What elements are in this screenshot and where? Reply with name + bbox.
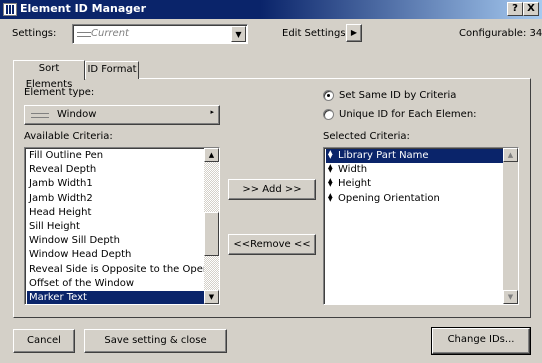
save-close-button[interactable]: Save setting & close [84,329,227,353]
selected-scrollbar[interactable]: ▲ ▼ [503,148,518,304]
scroll-up-icon[interactable]: ▲ [204,148,219,162]
available-criteria-list[interactable]: Fill Outline Pen Reveal Depth Jamb Width1 J… [24,147,220,305]
settings-dropdown[interactable]: Current ▼ [72,24,248,44]
scroll-up-icon[interactable]: ▲ [503,148,518,162]
list-item-label: Sill Height [29,220,80,232]
list-item[interactable]: ▲ ▼ Library Part Name [326,149,503,164]
tab-id-format[interactable]: ID Format [85,61,139,79]
sort-arrows-icon[interactable]: ▲ ▼ [328,192,334,202]
chevron-right-icon: ▸ [210,108,214,116]
list-item-label: Window Sill Depth [29,235,120,247]
sort-arrows-icon[interactable]: ▲ ▼ [328,164,334,174]
list-item-label: Fill Outline Pen [29,150,104,161]
available-scrollbar[interactable]: ▲ ▼ [204,148,219,304]
sort-arrows-icon[interactable]: ▲ ▼ [328,150,334,160]
scroll-down-icon[interactable]: ▼ [503,290,518,304]
app-icon [3,3,17,16]
list-item[interactable]: Reveal Depth [27,163,204,177]
same-id-label: Set Same ID by Criteria [339,90,457,101]
list-item-label: Reveal Depth [29,164,97,176]
edit-settings-button[interactable]: ▶ [346,24,362,42]
list-item[interactable]: Window Head Depth [27,248,204,262]
scroll-down-icon[interactable]: ▼ [204,290,219,304]
settings-value: Current [91,28,129,39]
list-item[interactable]: Offset of the Window [27,277,204,291]
remove-button[interactable]: <<Remove << [228,234,316,255]
list-item[interactable]: ▲ ▼ Width [326,163,503,177]
chevron-down-icon: ▼ [231,26,246,42]
list-item-label: Reveal Side is Opposite to the Openin... [29,263,204,275]
settings-label: Settings: [12,28,57,39]
list-item[interactable]: Jamb Width1 [27,177,204,191]
unique-id-label: Unique ID for Each Elemen: [339,109,477,120]
list-item-label: Offset of the Window [29,277,135,289]
cancel-button[interactable]: Cancel [13,329,75,353]
selected-criteria-label: Selected Criteria: [323,131,410,142]
list-item[interactable]: Marker Text [27,290,204,304]
tab-sort-elements[interactable]: Sort Elements [13,60,85,90]
list-item-label: Jamb Width2 [29,192,93,204]
list-item[interactable]: Fill Outline Pen [27,149,204,163]
scroll-thumb[interactable] [204,212,219,256]
window-title: Element ID Manager [20,2,147,15]
list-item-label: Width [338,164,368,176]
list-item-label: Head Height [29,206,92,218]
help-button[interactable]: ? [507,2,523,16]
list-item-label: Jamb Width1 [29,178,93,190]
arrow-right-icon: ▶ [350,28,358,37]
close-button[interactable]: X [523,2,539,16]
element-type-value: Window [57,109,97,120]
list-item-label: Library Part Name [338,150,429,161]
list-item[interactable]: Reveal Side is Opposite to the Openin... [27,263,204,277]
list-item-label: Height [338,178,372,190]
list-item-label: Marker Text [29,291,87,303]
list-item[interactable]: ▲ ▼ Opening Orientation [326,192,503,206]
unique-id-radio[interactable] [323,109,334,120]
change-ids-button[interactable]: Change IDs... [431,327,531,355]
list-item[interactable]: ▲ ▼ Height [326,177,503,191]
element-type-dropdown[interactable]: Window ▸ [24,105,220,125]
edit-settings-label: Edit Settings: [282,28,349,39]
title-bar[interactable]: Element ID Manager ? X [0,0,542,19]
sort-arrows-icon[interactable]: ▲ ▼ [328,178,334,188]
configurable-count: Configurable: 34 [459,28,542,39]
add-button[interactable]: >> Add >> [228,179,316,200]
window-icon [31,113,49,118]
list-item-label: Window Head Depth [29,249,132,261]
list-item[interactable]: Sill Height [27,220,204,234]
selected-criteria-list[interactable]: ▲ ▼ Library Part Name ▲ ▼ Width ▲ ▼ Height ▲ ▼ Open… [323,147,519,305]
pencil-icon [77,32,91,37]
available-criteria-label: Available Criteria: [24,131,113,142]
list-item-label: Opening Orientation [338,192,440,204]
list-item[interactable]: Jamb Width2 [27,192,204,206]
list-item[interactable]: Head Height [27,206,204,220]
list-item[interactable]: Window Sill Depth [27,234,204,248]
same-id-radio[interactable] [323,90,334,101]
